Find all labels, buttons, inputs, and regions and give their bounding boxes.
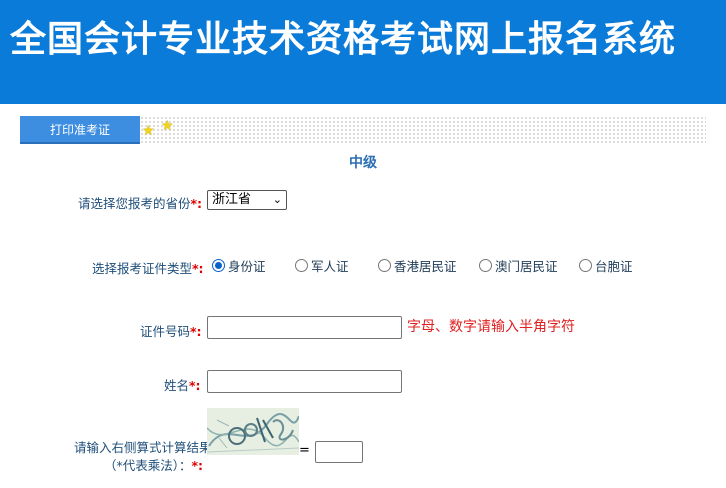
radio-hongkong-id[interactable]: 香港居民证 bbox=[378, 256, 457, 274]
captcha-image[interactable] bbox=[207, 408, 299, 455]
tab-bar: 打印准考证 ★ ★ bbox=[20, 116, 706, 144]
radio-button[interactable] bbox=[378, 258, 391, 272]
radio-label: 香港居民证 bbox=[394, 258, 457, 274]
captcha-label-line1: 请输入右侧算式计算结果 bbox=[74, 440, 212, 455]
province-select-value: 浙江省 bbox=[212, 192, 252, 207]
radio-label: 澳门居民证 bbox=[495, 258, 558, 274]
required-mark: *: bbox=[191, 458, 204, 473]
name-label: 姓名*: bbox=[164, 375, 201, 394]
captcha-label-line2-text: （*代表乘法）： bbox=[104, 458, 192, 473]
required-mark: *: bbox=[190, 196, 203, 211]
star-icon: ★ bbox=[142, 123, 155, 139]
radio-button[interactable] bbox=[212, 258, 225, 272]
radio-taiwan-id[interactable]: 台胞证 bbox=[579, 256, 633, 274]
radio-military-id[interactable]: 军人证 bbox=[295, 256, 349, 274]
name-input[interactable] bbox=[207, 370, 402, 393]
province-label: 请选择您报考的省份*: bbox=[78, 193, 202, 212]
captcha-label-line2: （*代表乘法）：*: bbox=[104, 455, 203, 474]
radio-label: 台胞证 bbox=[595, 258, 633, 274]
section-title: 中级 bbox=[349, 155, 377, 171]
captcha-equals: = bbox=[299, 443, 310, 458]
province-select[interactable]: 浙江省 ⌄ bbox=[207, 190, 287, 210]
radio-label: 身份证 bbox=[228, 258, 266, 274]
radio-button[interactable] bbox=[295, 258, 308, 272]
radio-button[interactable] bbox=[579, 258, 592, 272]
radio-macau-id[interactable]: 澳门居民证 bbox=[479, 256, 558, 274]
name-label-text: 姓名 bbox=[164, 378, 190, 393]
radio-id-card[interactable]: 身份证 bbox=[212, 256, 266, 274]
required-mark: *: bbox=[189, 378, 201, 393]
chevron-down-icon: ⌄ bbox=[272, 193, 282, 206]
id-number-input[interactable] bbox=[207, 316, 402, 339]
radio-button[interactable] bbox=[479, 258, 492, 272]
id-type-label: 选择报考证件类型*: bbox=[92, 258, 204, 277]
radio-label: 军人证 bbox=[311, 258, 349, 274]
id-type-label-text: 选择报考证件类型 bbox=[92, 261, 193, 276]
required-mark: *: bbox=[190, 324, 202, 339]
required-mark: *: bbox=[192, 261, 204, 276]
id-number-label: 证件号码*: bbox=[140, 321, 202, 340]
page-title: 全国会计专业技术资格考试网上报名系统 bbox=[10, 19, 677, 60]
id-number-label-text: 证件号码 bbox=[140, 324, 191, 339]
id-number-hint: 字母、数字请输入半角字符 bbox=[407, 319, 575, 335]
id-type-radio-group: 身份证 军人证 香港居民证 澳门居民证 台胞证 bbox=[212, 256, 652, 274]
captcha-answer-input[interactable] bbox=[315, 441, 363, 463]
header-banner: 全国会计专业技术资格考试网上报名系统 bbox=[0, 0, 726, 104]
star-icon: ★ bbox=[161, 118, 174, 134]
province-label-text: 请选择您报考的省份 bbox=[78, 196, 191, 211]
tab-print-ticket[interactable]: 打印准考证 bbox=[20, 116, 140, 144]
